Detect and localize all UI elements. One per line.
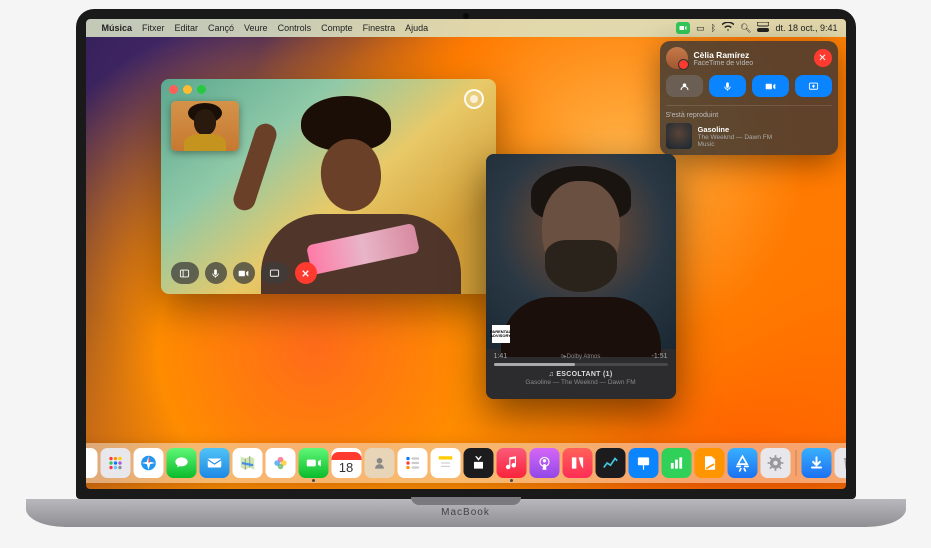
- menu-app-name[interactable]: Música: [102, 23, 133, 33]
- self-view-pip[interactable]: [171, 101, 239, 151]
- laptop-base: MacBook: [26, 499, 906, 527]
- parental-advisory-badge: PARENTAL ADVISORY: [492, 325, 510, 343]
- caller-name: Cèlia Ramírez: [694, 50, 808, 60]
- airplay-icon[interactable]: ▭: [696, 23, 705, 34]
- dock-music[interactable]: [496, 448, 526, 478]
- dock-tv[interactable]: [463, 448, 493, 478]
- menubar: Música Fitxer Editar Cançó Veure Control…: [86, 19, 846, 37]
- call-type-label: FaceTime de vídeo: [694, 60, 808, 67]
- brand-label: MacBook: [26, 507, 906, 518]
- shareplay-button[interactable]: [666, 75, 703, 97]
- desktop[interactable]: Música Fitxer Editar Cançó Veure Control…: [86, 19, 846, 489]
- music-miniplayer[interactable]: PARENTAL ADVISORY 1:41 ◊▸Dolby Atmos -1:…: [486, 154, 676, 399]
- dock-contacts[interactable]: [364, 448, 394, 478]
- dock-podcasts[interactable]: [529, 448, 559, 478]
- dock-news[interactable]: [562, 448, 592, 478]
- dock-numbers[interactable]: [661, 448, 691, 478]
- spotlight-icon[interactable]: 🔍︎: [740, 23, 751, 34]
- dock-notes[interactable]: [430, 448, 460, 478]
- facetime-call-popover: Cèlia Ramírez FaceTime de vídeo ✕ S'està…: [660, 41, 838, 155]
- menu-file[interactable]: Fitxer: [142, 23, 165, 33]
- dock-facetime[interactable]: [298, 448, 328, 478]
- control-center-icon[interactable]: [757, 22, 769, 34]
- menu-edit[interactable]: Editar: [175, 23, 199, 33]
- wifi-icon[interactable]: [722, 22, 734, 34]
- dock-keynote[interactable]: [628, 448, 658, 478]
- sidebar-toggle-button[interactable]: [171, 262, 199, 284]
- toggle-camera-button[interactable]: [233, 262, 255, 284]
- dock-safari[interactable]: [133, 448, 163, 478]
- menu-window[interactable]: Finestra: [363, 23, 396, 33]
- minimize-window-button[interactable]: [183, 85, 192, 94]
- menu-controls[interactable]: Controls: [278, 23, 312, 33]
- screen-share-button[interactable]: [795, 75, 832, 97]
- dock-settings[interactable]: [760, 448, 790, 478]
- album-artwork: PARENTAL ADVISORY: [486, 154, 676, 349]
- dock-finder[interactable]: [86, 448, 98, 478]
- facetime-controls: [171, 262, 317, 284]
- live-photo-button[interactable]: [464, 89, 484, 109]
- dock-maps[interactable]: [232, 448, 262, 478]
- close-window-button[interactable]: [169, 85, 178, 94]
- menu-song[interactable]: Cançó: [208, 23, 234, 33]
- dock-launchpad[interactable]: [100, 448, 130, 478]
- dolby-atmos-badge: ◊▸Dolby Atmos: [494, 353, 668, 360]
- window-traffic-lights: [169, 85, 206, 94]
- menu-view[interactable]: Veure: [244, 23, 268, 33]
- dock-appstore[interactable]: [727, 448, 757, 478]
- facetime-active-indicator[interactable]: [676, 22, 690, 34]
- progress-slider[interactable]: [494, 363, 668, 366]
- bluetooth-icon[interactable]: ᛒ: [711, 23, 716, 33]
- menu-help[interactable]: Ajuda: [405, 23, 428, 33]
- dock-downloads[interactable]: [801, 448, 831, 478]
- now-playing-label: S'està reproduint: [666, 112, 832, 119]
- macbook-frame: Música Fitxer Editar Cançó Veure Control…: [26, 9, 906, 539]
- screen-bezel: Música Fitxer Editar Cançó Veure Control…: [76, 9, 856, 499]
- now-playing-artwork: [666, 123, 692, 149]
- dock-pages[interactable]: [694, 448, 724, 478]
- dock-photos[interactable]: [265, 448, 295, 478]
- now-playing-app: Music: [698, 141, 832, 148]
- track-info: Gasoline — The Weeknd — Dawn FM: [494, 379, 668, 386]
- dock-trash[interactable]: [834, 448, 846, 478]
- mute-mic-button[interactable]: [205, 262, 227, 284]
- end-call-button[interactable]: [295, 262, 317, 284]
- playback-bar: 1:41 ◊▸Dolby Atmos -1:51 ♫ ESCOLTANT (1)…: [486, 349, 676, 399]
- dock-mail[interactable]: [199, 448, 229, 478]
- caller-avatar: [666, 47, 688, 69]
- now-playing-title: Gasoline: [698, 125, 832, 134]
- mic-button[interactable]: [709, 75, 746, 97]
- dock-stocks[interactable]: [595, 448, 625, 478]
- dock-separator: [795, 450, 796, 476]
- dock-reminders[interactable]: [397, 448, 427, 478]
- facetime-window[interactable]: [161, 79, 496, 294]
- video-button[interactable]: [752, 75, 789, 97]
- now-playing-artist: The Weeknd — Dawn FM: [698, 134, 832, 141]
- dock-calendar[interactable]: 18: [331, 448, 361, 478]
- listening-status: ♫ ESCOLTANT (1): [494, 371, 668, 378]
- menu-account[interactable]: Compte: [321, 23, 353, 33]
- dock-messages[interactable]: [166, 448, 196, 478]
- share-screen-button[interactable]: [261, 262, 289, 284]
- hangup-button[interactable]: ✕: [814, 49, 832, 67]
- dock: 18: [86, 443, 846, 483]
- datetime[interactable]: dt. 18 oct., 9:41: [775, 23, 837, 33]
- fullscreen-window-button[interactable]: [197, 85, 206, 94]
